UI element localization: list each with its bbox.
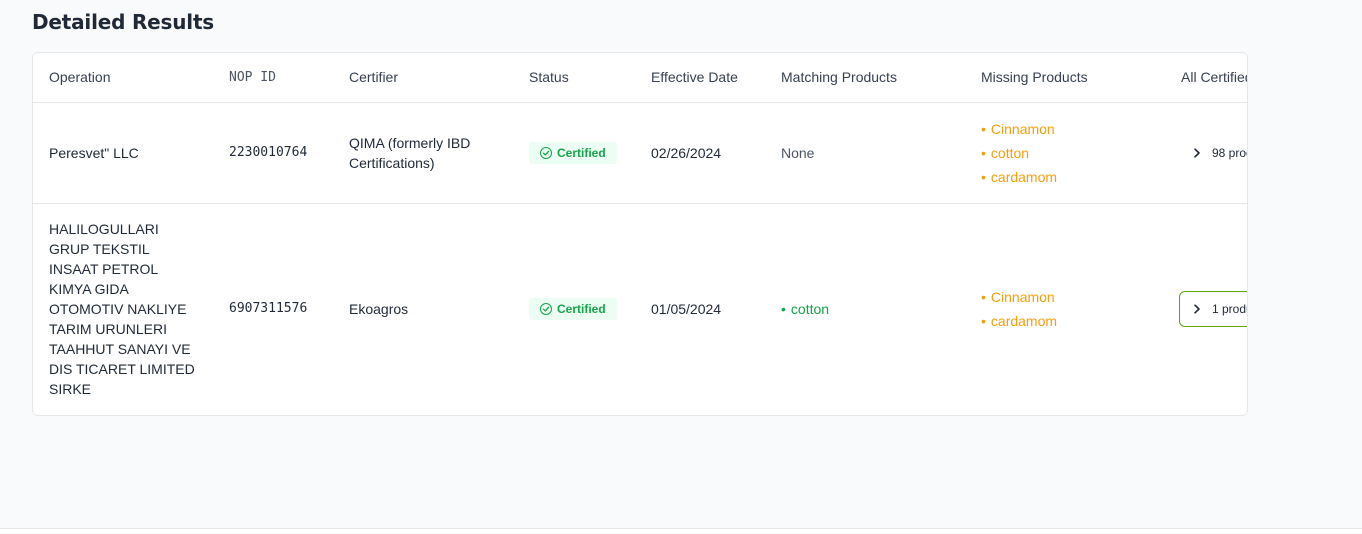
- status-badge: Certified: [529, 298, 617, 321]
- chevron-right-icon: [1192, 304, 1202, 314]
- effective-date-cell: 02/26/2024: [635, 102, 765, 204]
- missing-product-item: • cardamom: [981, 168, 1058, 185]
- certifier-cell: Ekoagros: [349, 301, 409, 318]
- all-certified-products-cell: 98 products: [1165, 102, 1247, 204]
- status-label: Certified: [557, 145, 606, 160]
- missing-products-list: • Cinnamon • cotton • cardamom: [981, 117, 1149, 189]
- results-table: Operation NOP ID Certifier Status Effect…: [33, 53, 1247, 415]
- status-cell: Certified: [513, 203, 635, 415]
- chevron-right-icon: [1192, 147, 1202, 158]
- column-header-certifier[interactable]: Certifier: [333, 53, 513, 103]
- status-cell: Certified: [513, 102, 635, 204]
- missing-products-cell: • Cinnamon • cotton • cardamom: [965, 102, 1165, 204]
- column-header-missing-products[interactable]: Missing Products: [965, 53, 1165, 103]
- table-row: Peresvet" LLC 2230010764 QIMA (formerly …: [33, 102, 1247, 204]
- column-header-effective-date[interactable]: Effective Date: [635, 53, 765, 103]
- missing-products-list: • Cinnamon • cardamom: [981, 285, 1149, 333]
- products-count-label: 98 products: [1212, 145, 1247, 160]
- operation-cell: Peresvet" LLC: [33, 102, 213, 204]
- missing-product-item: • cotton: [981, 144, 1030, 161]
- section-title: Detailed Results: [32, 10, 215, 34]
- expand-products-button[interactable]: 1 product: [1179, 291, 1247, 328]
- status-label: Certified: [557, 302, 606, 317]
- results-table-container[interactable]: Operation NOP ID Certifier Status Effect…: [32, 52, 1248, 416]
- footer-band: [0, 529, 1362, 534]
- column-header-status[interactable]: Status: [513, 53, 635, 103]
- nop-id-cell: 2230010764: [213, 102, 333, 204]
- matching-products-list: • cotton: [781, 297, 949, 321]
- matching-products-cell: • cotton: [765, 203, 965, 415]
- column-header-nop-id[interactable]: NOP ID: [213, 53, 333, 103]
- table-header-row: Operation NOP ID Certifier Status Effect…: [33, 53, 1247, 103]
- matching-products-cell: None: [765, 102, 965, 204]
- operation-cell: HALILOGULLARI GRUP TEKSTIL INSAAT PETROL…: [49, 221, 195, 398]
- missing-product-item: • cardamom: [981, 313, 1058, 330]
- status-badge: Certified: [529, 141, 617, 164]
- matching-product-item: • cotton: [781, 301, 830, 318]
- check-circle-icon: [540, 146, 552, 159]
- missing-product-item: • Cinnamon: [981, 120, 1055, 137]
- all-certified-products-cell: 1 product: [1165, 203, 1247, 415]
- column-header-operation[interactable]: Operation: [33, 53, 213, 103]
- page: Detailed Results Operation NOP ID Certif…: [0, 0, 1362, 534]
- expand-products-button[interactable]: 98 products: [1179, 135, 1247, 171]
- check-circle-icon: [540, 303, 552, 316]
- table-row: HALILOGULLARI GRUP TEKSTIL INSAAT PETROL…: [33, 203, 1247, 415]
- effective-date-cell: 01/05/2024: [651, 301, 722, 318]
- column-header-all-certified-products[interactable]: All Certified Products: [1165, 53, 1247, 103]
- missing-products-cell: • Cinnamon • cardamom: [965, 203, 1165, 415]
- nop-id-cell: 6907311576: [229, 301, 308, 317]
- missing-product-item: • Cinnamon: [981, 289, 1055, 306]
- products-count-label: 1 product: [1212, 302, 1247, 317]
- column-header-matching-products[interactable]: Matching Products: [765, 53, 965, 103]
- certifier-cell: QIMA (formerly IBD Certifications): [333, 102, 513, 204]
